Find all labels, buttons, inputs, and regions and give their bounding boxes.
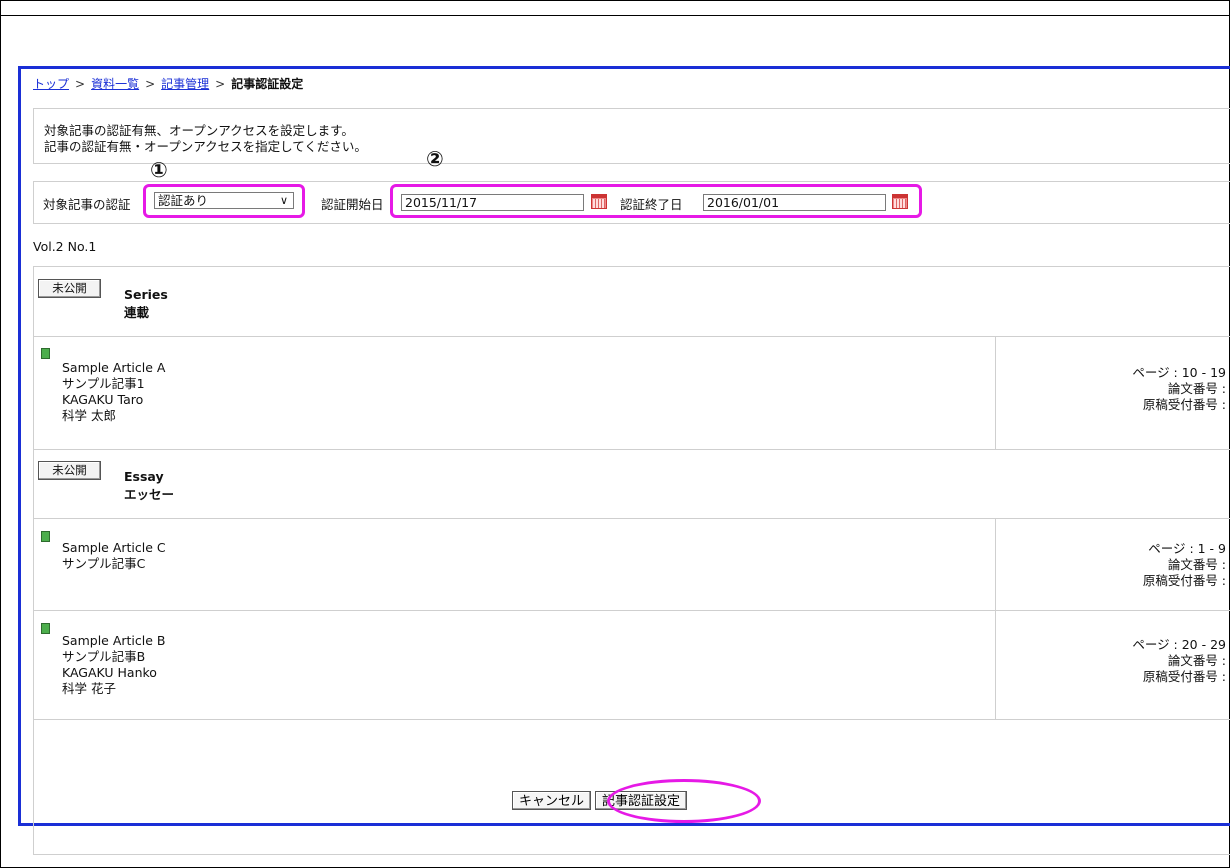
article-meta: ページ : 1 - 9 論文番号 : 原稿受付番号 : — [1143, 541, 1226, 589]
breadcrumb-list-link[interactable]: 資料一覧 — [91, 75, 139, 92]
cancel-button[interactable]: キャンセル — [512, 791, 592, 810]
row-divider — [33, 449, 1230, 450]
author-ja: 科学 花子 — [62, 681, 116, 696]
top-divider — [0, 15, 1230, 16]
article-icon[interactable] — [41, 623, 50, 634]
row-divider — [33, 610, 1230, 611]
callout-number-2: ② — [426, 147, 444, 171]
article-title-en: Sample Article C — [62, 540, 166, 555]
breadcrumb-current: 記事認証設定 — [231, 77, 304, 91]
breadcrumb-manage-link[interactable]: 記事管理 — [161, 75, 209, 92]
paper-number: 論文番号 : — [1167, 653, 1226, 668]
start-date-label: 認証開始日 — [321, 197, 384, 212]
author-ja: 科学 太郎 — [62, 408, 116, 423]
article-item: Sample Article C サンプル記事C — [62, 540, 166, 572]
section-title-en: Essay — [124, 469, 164, 484]
article-meta: ページ : 20 - 29 論文番号 : 原稿受付番号 : — [1132, 637, 1226, 685]
info-line-2: 記事の認証有無・オープンアクセスを指定してください。 — [44, 139, 367, 154]
info-box: 対象記事の認証有無、オープンアクセスを設定します。 記事の認証有無・オープンアク… — [33, 108, 1230, 164]
section-title-en: Series — [124, 287, 168, 302]
article-title-ja: サンプル記事1 — [62, 376, 145, 391]
article-icon[interactable] — [41, 531, 50, 542]
section-title: Essay エッセー — [124, 468, 174, 504]
column-divider — [995, 610, 996, 719]
column-divider — [995, 336, 996, 449]
article-title-en: Sample Article A — [62, 360, 166, 375]
breadcrumb-separator: > — [75, 76, 86, 91]
article-meta: ページ : 10 - 19 論文番号 : 原稿受付番号 : — [1132, 365, 1226, 413]
article-list — [33, 266, 1230, 855]
callout-ellipse — [607, 779, 761, 823]
callout-number-1: ① — [150, 158, 168, 182]
page-range: ページ : 1 - 9 — [1148, 541, 1226, 556]
author-en: KAGAKU Taro — [62, 392, 144, 407]
article-item: Sample Article A サンプル記事1 KAGAKU Taro 科学 … — [62, 360, 165, 424]
page-range: ページ : 10 - 19 — [1132, 365, 1226, 380]
column-divider — [995, 518, 996, 610]
breadcrumb-separator: > — [215, 76, 226, 91]
row-divider — [33, 719, 1230, 720]
breadcrumb: トップ > 資料一覧 > 記事管理 > 記事認証設定 — [33, 75, 303, 92]
row-divider — [33, 336, 1230, 337]
callout-box-2 — [390, 184, 922, 218]
section-title: Series 連載 — [124, 286, 168, 322]
volume-label: Vol.2 No.1 — [33, 239, 97, 254]
status-button[interactable]: 未公開 — [38, 461, 101, 480]
article-item: Sample Article B サンプル記事B KAGAKU Hanko 科学… — [62, 633, 166, 697]
article-title-ja: サンプル記事C — [62, 556, 146, 571]
status-button[interactable]: 未公開 — [38, 279, 101, 298]
article-title-ja: サンプル記事B — [62, 649, 146, 664]
breadcrumb-separator: > — [145, 76, 156, 91]
section-title-ja: 連載 — [124, 305, 150, 320]
auth-label: 対象記事の認証 — [43, 197, 131, 212]
row-divider — [33, 518, 1230, 519]
callout-box-1 — [143, 184, 305, 218]
article-title-en: Sample Article B — [62, 633, 166, 648]
paper-number: 論文番号 : — [1167, 381, 1226, 396]
info-line-1: 対象記事の認証有無、オープンアクセスを設定します。 — [44, 123, 354, 138]
page-range: ページ : 20 - 29 — [1132, 637, 1226, 652]
manuscript-number: 原稿受付番号 : — [1142, 573, 1226, 588]
author-en: KAGAKU Hanko — [62, 665, 157, 680]
section-title-ja: エッセー — [124, 487, 175, 502]
breadcrumb-top-link[interactable]: トップ — [33, 75, 69, 92]
manuscript-number: 原稿受付番号 : — [1142, 397, 1226, 412]
paper-number: 論文番号 : — [1167, 557, 1226, 572]
article-icon[interactable] — [41, 348, 50, 359]
manuscript-number: 原稿受付番号 : — [1142, 669, 1226, 684]
